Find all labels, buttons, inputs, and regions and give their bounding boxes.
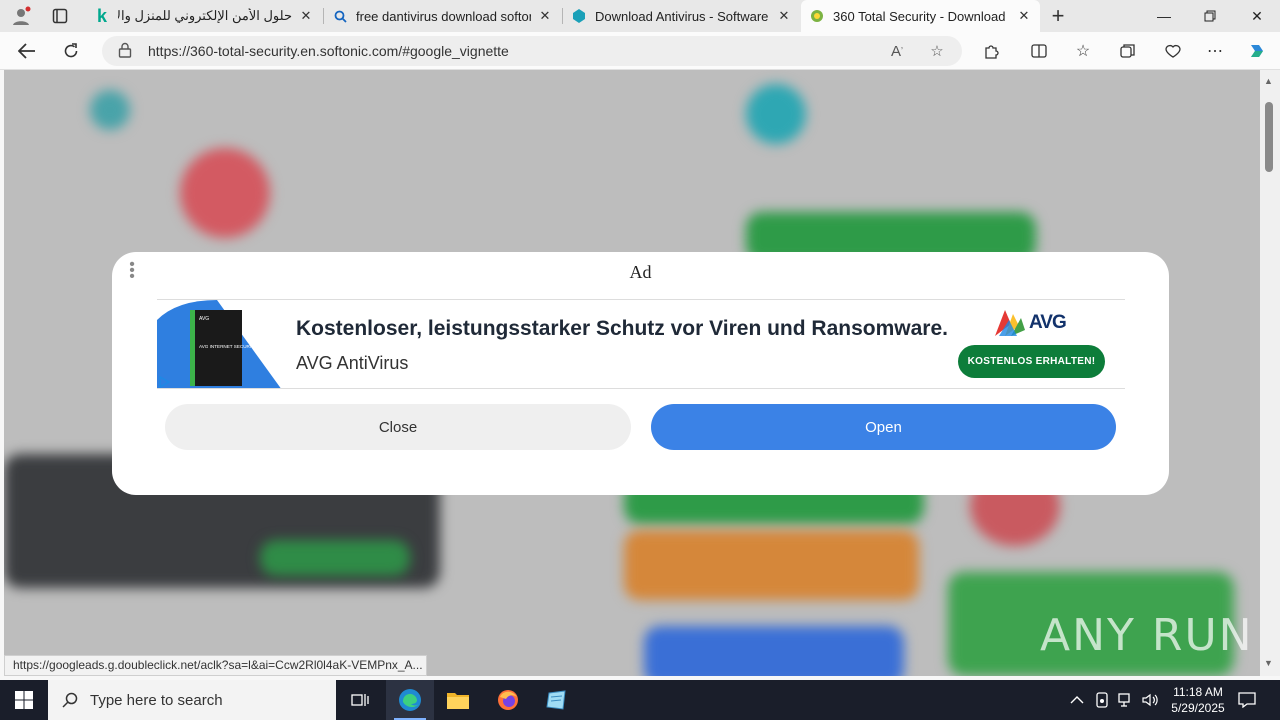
tab-title: Download Antivirus - Software for	[595, 8, 770, 24]
windows-start-icon[interactable]	[0, 680, 48, 720]
windows-taskbar: Type here to search 11:18 AM 5/29/2025	[0, 680, 1280, 720]
adchoices-icon[interactable]	[158, 376, 170, 388]
360-total-security-icon	[809, 8, 825, 24]
back-icon[interactable]	[12, 36, 42, 66]
restore-icon[interactable]	[1187, 0, 1233, 32]
url-bar[interactable]: https://360-total-security.en.softonic.c…	[102, 36, 962, 66]
search-icon	[332, 8, 348, 24]
softonic-icon	[571, 8, 587, 24]
blue-button-blurred	[644, 626, 904, 676]
ad-product-visual: AVG AVG INTERNET SECURITY	[157, 300, 281, 388]
scroll-up-icon[interactable]: ▲	[1264, 76, 1273, 86]
clock-time: 11:18 AM	[1173, 685, 1223, 699]
minimize-icon[interactable]: —	[1141, 0, 1187, 32]
kaspersky-k-icon: k	[96, 5, 107, 26]
read-aloud-icon[interactable]: Aʼ	[886, 40, 908, 62]
firefox-icon[interactable]	[484, 680, 532, 720]
browser-essentials-icon[interactable]	[1158, 36, 1188, 66]
close-tab-icon[interactable]: ✕	[1016, 8, 1032, 24]
clock-date: 5/29/2025	[1171, 701, 1225, 715]
search-icon	[62, 692, 78, 708]
close-window-icon[interactable]: ✕	[1234, 0, 1280, 32]
collections-icon[interactable]	[1113, 36, 1143, 66]
scroll-down-icon[interactable]: ▼	[1264, 658, 1273, 668]
profile-icon[interactable]	[6, 1, 36, 31]
favorite-star-icon[interactable]: ☆	[926, 40, 948, 62]
tab-360-total-security[interactable]: 360 Total Security - Download ✕	[801, 0, 1040, 32]
browser-tab-bar: k حلول الأمن الإلكتروني للمنزل والأعمال …	[0, 0, 1280, 32]
ad-box-text: AVG INTERNET SECURITY	[199, 344, 257, 349]
link-status-bar: https://googleads.g.doubleclick.net/aclk…	[4, 655, 427, 676]
close-tab-icon[interactable]: ✕	[298, 8, 314, 24]
close-tab-icon[interactable]: ✕	[537, 8, 553, 24]
network-icon[interactable]	[1118, 680, 1134, 720]
taskbar-search-box[interactable]: Type here to search	[48, 680, 336, 720]
notepad-app-icon[interactable]	[533, 680, 581, 720]
avg-logo-text: AVG	[1029, 312, 1067, 333]
orange-button-blurred	[624, 530, 919, 600]
ad-cta-button[interactable]: KOSTENLOS ERHALTEN!	[958, 345, 1105, 378]
ad-banner[interactable]: AVG AVG INTERNET SECURITY Kostenloser, l…	[157, 299, 1125, 389]
notifications-icon[interactable]	[1238, 680, 1256, 720]
avg-logo-icon	[995, 310, 1025, 336]
favorites-icon[interactable]: ☆	[1068, 36, 1098, 66]
device-icon[interactable]	[1095, 680, 1109, 720]
lock-icon[interactable]	[118, 42, 132, 58]
close-ad-button[interactable]: Close	[165, 404, 631, 450]
tab-search[interactable]: free dantivirus download softonic ✕	[324, 0, 561, 32]
address-toolbar: https://360-total-security.en.softonic.c…	[0, 32, 1280, 70]
ad-dialog-title: Ad	[629, 262, 652, 282]
ad-dialog: • • • Ad AVG AVG INTERNET SECURITY Kostenl…	[112, 252, 1169, 495]
task-view-icon[interactable]	[336, 680, 384, 720]
more-menu-icon[interactable]: ⋯	[1200, 36, 1230, 66]
app-icon-blurred	[180, 148, 270, 238]
file-explorer-icon[interactable]	[434, 680, 482, 720]
tab-softonic[interactable]: Download Antivirus - Software for ✕	[563, 0, 800, 32]
tab-actions-icon[interactable]	[45, 1, 75, 31]
taskbar-clock[interactable]: 11:18 AM 5/29/2025	[1160, 684, 1236, 716]
ad-product-name: AVG AntiVirus	[296, 353, 409, 373]
site-logo-blurred	[90, 90, 130, 130]
anyrun-watermark: ANY RUN	[1040, 610, 1254, 661]
avatar-blurred	[746, 84, 806, 144]
avg-logo: AVG	[995, 309, 1067, 337]
copilot-icon[interactable]	[1242, 36, 1272, 66]
page-scrollbar[interactable]: ▲ ▼	[1260, 70, 1280, 676]
refresh-icon[interactable]	[56, 36, 86, 66]
scrollbar-thumb[interactable]	[1265, 102, 1273, 172]
tab-title: 360 Total Security - Download	[833, 8, 1006, 24]
tab-kaspersky[interactable]: k حلول الأمن الإلكتروني للمنزل والأعمال …	[86, 0, 322, 32]
extensions-icon[interactable]	[976, 36, 1006, 66]
edge-taskbar-icon[interactable]	[386, 680, 434, 720]
open-ad-button[interactable]: Open	[651, 404, 1116, 450]
svg-text:AVG: AVG	[199, 316, 209, 322]
ad-headline: Kostenloser, leistungsstarker Schutz vor…	[296, 317, 948, 340]
volume-icon[interactable]	[1142, 680, 1158, 720]
url-text[interactable]: https://360-total-security.en.softonic.c…	[148, 43, 509, 59]
new-tab-icon[interactable]: +	[1043, 1, 1073, 31]
tab-title: حلول الأمن الإلكتروني للمنزل والأعمال	[118, 8, 292, 23]
split-screen-icon[interactable]	[1024, 36, 1054, 66]
tab-title: free dantivirus download softonic	[356, 8, 531, 24]
search-placeholder: Type here to search	[90, 691, 223, 709]
video-cta-blurred	[260, 540, 410, 576]
show-hidden-icons[interactable]	[1070, 680, 1084, 720]
close-tab-icon[interactable]: ✕	[776, 8, 792, 24]
